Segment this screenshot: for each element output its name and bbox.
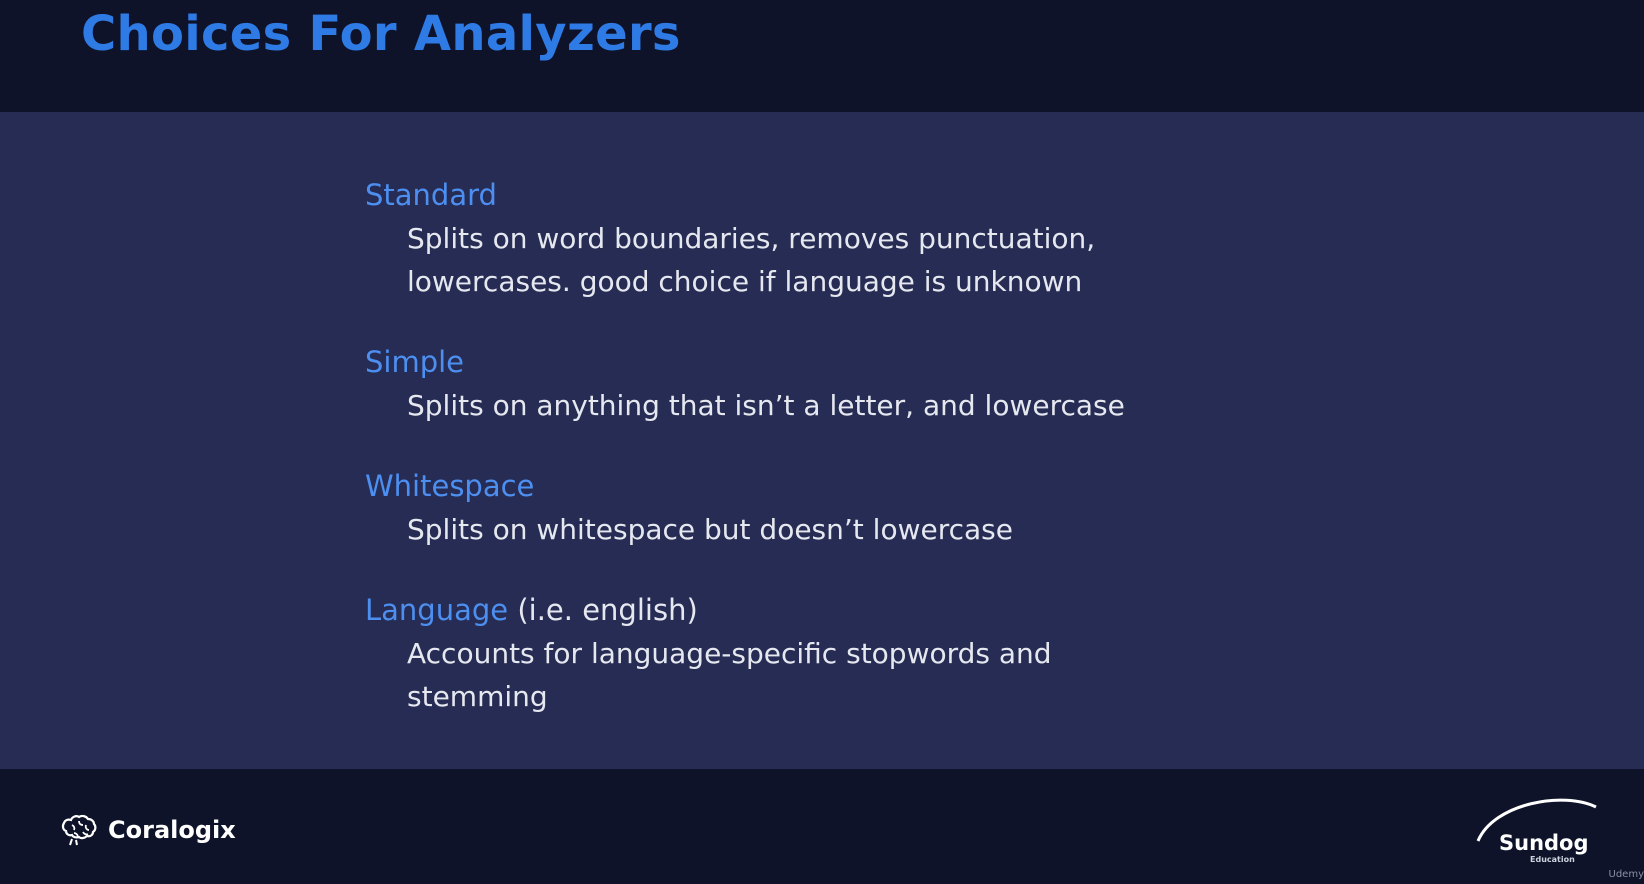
slide-title: Choices For Analyzers	[81, 6, 681, 62]
slide: Choices For Analyzers Standard Splits on…	[0, 0, 1644, 884]
analyzer-description: Splits on anything that isn’t a letter, …	[407, 389, 1125, 422]
analyzer-name: Whitespace	[365, 465, 1265, 508]
analyzer-description: Splits on whitespace but doesn’t lowerca…	[407, 513, 1013, 546]
sundog-sublabel: Education	[1530, 855, 1575, 864]
udemy-watermark: Udemy	[1608, 869, 1644, 880]
content-band: Standard Splits on word boundaries, remo…	[0, 112, 1644, 769]
analyzer-name-text: Language	[365, 593, 509, 627]
analyzer-name: Standard	[365, 174, 1265, 217]
analyzer-list: Standard Splits on word boundaries, remo…	[365, 174, 1265, 756]
analyzer-name-text: Standard	[365, 178, 497, 212]
slide-header: Choices For Analyzers	[0, 0, 1644, 112]
analyzer-item-simple: Simple Splits on anything that isn’t a l…	[365, 341, 1265, 427]
analyzer-item-standard: Standard Splits on word boundaries, remo…	[365, 174, 1265, 303]
sundog-label: Sundog	[1499, 831, 1589, 855]
analyzer-description: Accounts for language-specific stopwords…	[407, 637, 1052, 713]
analyzer-name-suffix: (i.e. english)	[508, 593, 698, 627]
analyzer-item-language: Language (i.e. english) Accounts for lan…	[365, 589, 1265, 718]
brain-icon	[61, 814, 97, 846]
analyzer-item-whitespace: Whitespace Splits on whitespace but does…	[365, 465, 1265, 551]
analyzer-name-text: Simple	[365, 345, 465, 379]
analyzer-name: Simple	[365, 341, 1265, 384]
analyzer-description: Splits on word boundaries, removes punct…	[407, 222, 1096, 298]
sundog-logo: Sundog Education	[1474, 795, 1604, 875]
coralogix-label: Coralogix	[108, 816, 236, 844]
analyzer-name-text: Whitespace	[365, 469, 535, 503]
coralogix-logo: Coralogix	[60, 813, 236, 847]
analyzer-name: Language (i.e. english)	[365, 589, 1265, 632]
slide-footer: Coralogix Sundog Education Udemy	[0, 769, 1644, 884]
